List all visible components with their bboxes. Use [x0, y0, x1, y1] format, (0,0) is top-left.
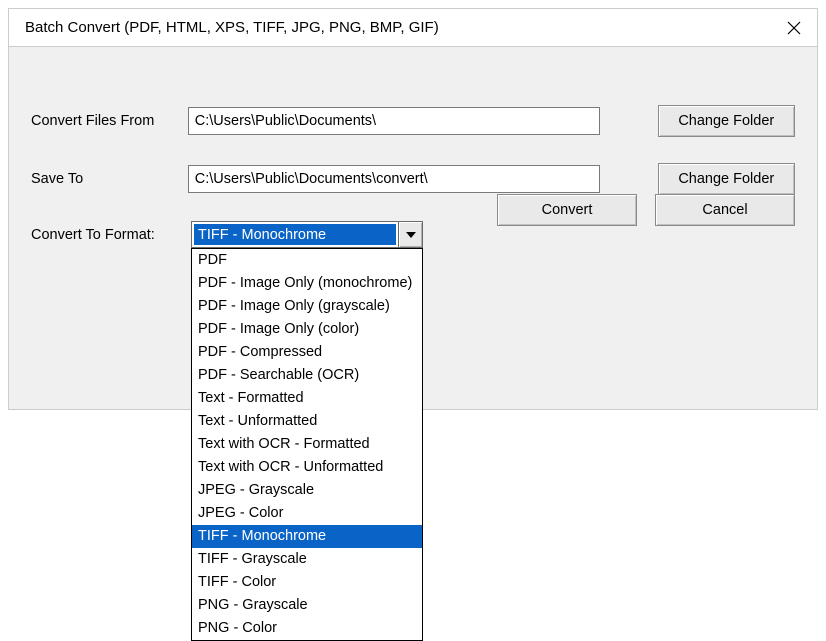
format-option[interactable]: PDF [192, 249, 422, 272]
format-option[interactable]: PDF - Image Only (grayscale) [192, 295, 422, 318]
format-combobox[interactable]: TIFF - Monochrome [191, 221, 423, 248]
format-option[interactable]: Text - Formatted [192, 387, 422, 410]
format-option[interactable]: Text - Unformatted [192, 410, 422, 433]
format-option[interactable]: JPEG - Grayscale [192, 479, 422, 502]
dialog-body: Convert Files From Change Folder Save To… [9, 47, 817, 248]
format-option[interactable]: Text with OCR - Formatted [192, 433, 422, 456]
input-convert-from[interactable] [188, 107, 600, 135]
format-selected-value: TIFF - Monochrome [194, 224, 396, 245]
convert-button[interactable]: Convert [497, 194, 637, 226]
format-option[interactable]: JPEG - Color [192, 502, 422, 525]
change-folder-saveto-button[interactable]: Change Folder [658, 163, 795, 195]
dialog-title: Batch Convert (PDF, HTML, XPS, TIFF, JPG… [25, 19, 439, 36]
batch-convert-dialog: Batch Convert (PDF, HTML, XPS, TIFF, JPG… [8, 8, 818, 410]
format-option[interactable]: TIFF - Grayscale [192, 548, 422, 571]
format-option[interactable]: PDF - Compressed [192, 341, 422, 364]
format-dropdown-list[interactable]: PDFPDF - Image Only (monochrome)PDF - Im… [191, 248, 423, 641]
titlebar: Batch Convert (PDF, HTML, XPS, TIFF, JPG… [9, 9, 817, 47]
input-save-to[interactable] [188, 165, 600, 193]
cancel-button[interactable]: Cancel [655, 194, 795, 226]
format-option[interactable]: PNG - Grayscale [192, 594, 422, 617]
format-option[interactable]: Text with OCR - Unformatted [192, 456, 422, 479]
action-row: Convert Cancel [497, 194, 795, 226]
format-combo-wrap: TIFF - Monochrome PDFPDF - Image Only (m… [191, 221, 423, 248]
chevron-down-icon [406, 232, 416, 238]
format-option[interactable]: PDF - Searchable (OCR) [192, 364, 422, 387]
change-folder-from-button[interactable]: Change Folder [658, 105, 795, 137]
format-option[interactable]: PNG - Color [192, 617, 422, 640]
row-save-to: Save To Change Folder [31, 163, 795, 195]
format-option[interactable]: PDF - Image Only (color) [192, 318, 422, 341]
close-icon [787, 21, 801, 35]
format-option[interactable]: TIFF - Monochrome [192, 525, 422, 548]
row-convert-from: Convert Files From Change Folder [31, 105, 795, 137]
format-option[interactable]: PDF - Image Only (monochrome) [192, 272, 422, 295]
format-dropdown-button[interactable] [398, 222, 422, 247]
label-save-to: Save To [31, 171, 188, 187]
label-convert-from: Convert Files From [31, 113, 188, 129]
label-convert-format: Convert To Format: [31, 227, 191, 243]
close-button[interactable] [783, 17, 805, 39]
